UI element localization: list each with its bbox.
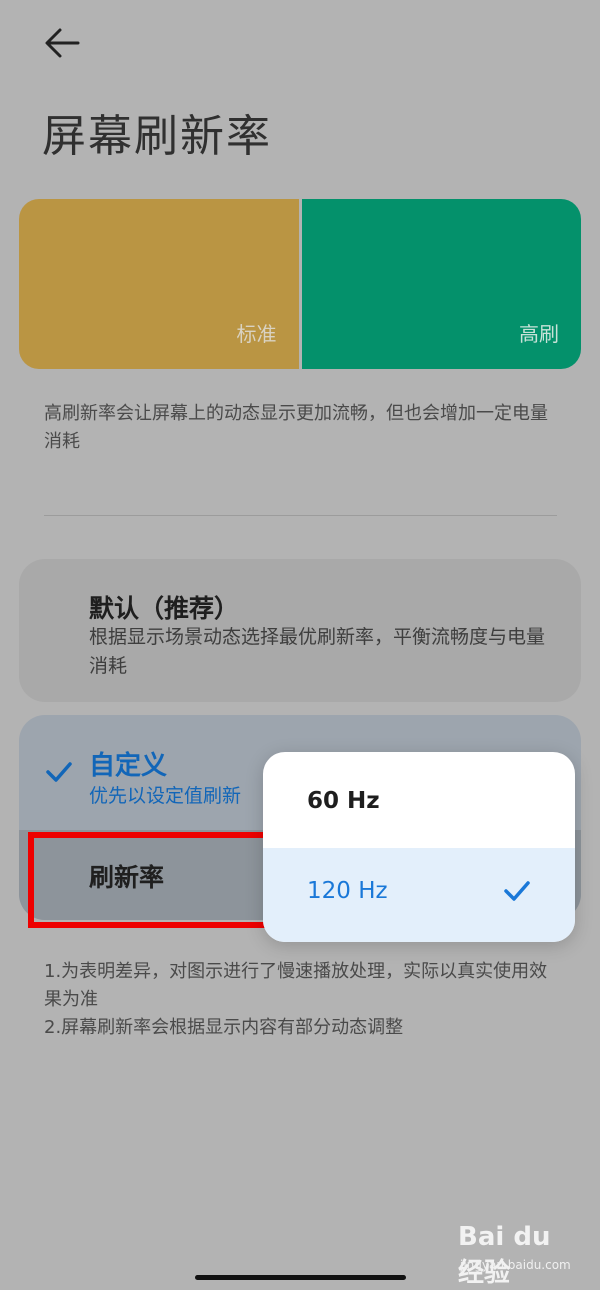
footnote-1: 1.为表明差异，对图示进行了慢速播放处理，实际以真实使用效果为准 xyxy=(44,961,548,1010)
description-text: 高刷新率会让屏幕上的动态显示更加流畅，但也会增加一定电量消耗 xyxy=(44,403,548,452)
watermark-logo: Bai du 经验 xyxy=(458,1222,551,1288)
option-default-title: 默认（推荐） xyxy=(89,594,240,623)
footnotes: 1.为表明差异，对图示进行了慢速播放处理，实际以真实使用效果为准 2.屏幕刷新率… xyxy=(44,958,564,1042)
refresh-rate-preview: 标准 高刷 xyxy=(19,199,581,369)
check-icon xyxy=(45,759,73,785)
popup-option-label: 120 Hz xyxy=(307,878,388,904)
popup-option-120hz[interactable]: 120 Hz xyxy=(263,848,575,942)
option-default-subtitle: 根据显示场景动态选择最优刷新率，平衡流畅度与电量消耗 xyxy=(89,626,546,677)
back-arrow-icon[interactable] xyxy=(42,26,82,60)
refresh-rate-popup: 60 Hz 120 Hz xyxy=(263,752,575,942)
standard-label: 标准 xyxy=(236,322,277,346)
home-indicator[interactable] xyxy=(195,1275,406,1280)
baidu-watermark: Bai du 经验 jingyan.baidu.com xyxy=(458,1222,578,1288)
watermark-site: jingyan.baidu.com xyxy=(460,1258,571,1272)
high-refresh-label: 高刷 xyxy=(519,322,559,346)
high-refresh-preview: 高刷 xyxy=(301,199,581,369)
option-custom-title: 自定义 xyxy=(89,751,168,781)
option-default-card[interactable]: 默认（推荐） 根据显示场景动态选择最优刷新率，平衡流畅度与电量消耗 xyxy=(19,559,581,702)
popup-option-label: 60 Hz xyxy=(307,788,380,814)
divider xyxy=(44,515,557,516)
selected-check-icon xyxy=(503,878,531,904)
option-custom-subtitle: 优先以设定值刷新 xyxy=(89,785,242,807)
footnote-2: 2.屏幕刷新率会根据显示内容有部分动态调整 xyxy=(44,1017,404,1038)
standard-preview: 标准 xyxy=(19,199,299,369)
popup-option-60hz[interactable]: 60 Hz xyxy=(263,760,575,850)
page-title: 屏幕刷新率 xyxy=(42,111,272,162)
